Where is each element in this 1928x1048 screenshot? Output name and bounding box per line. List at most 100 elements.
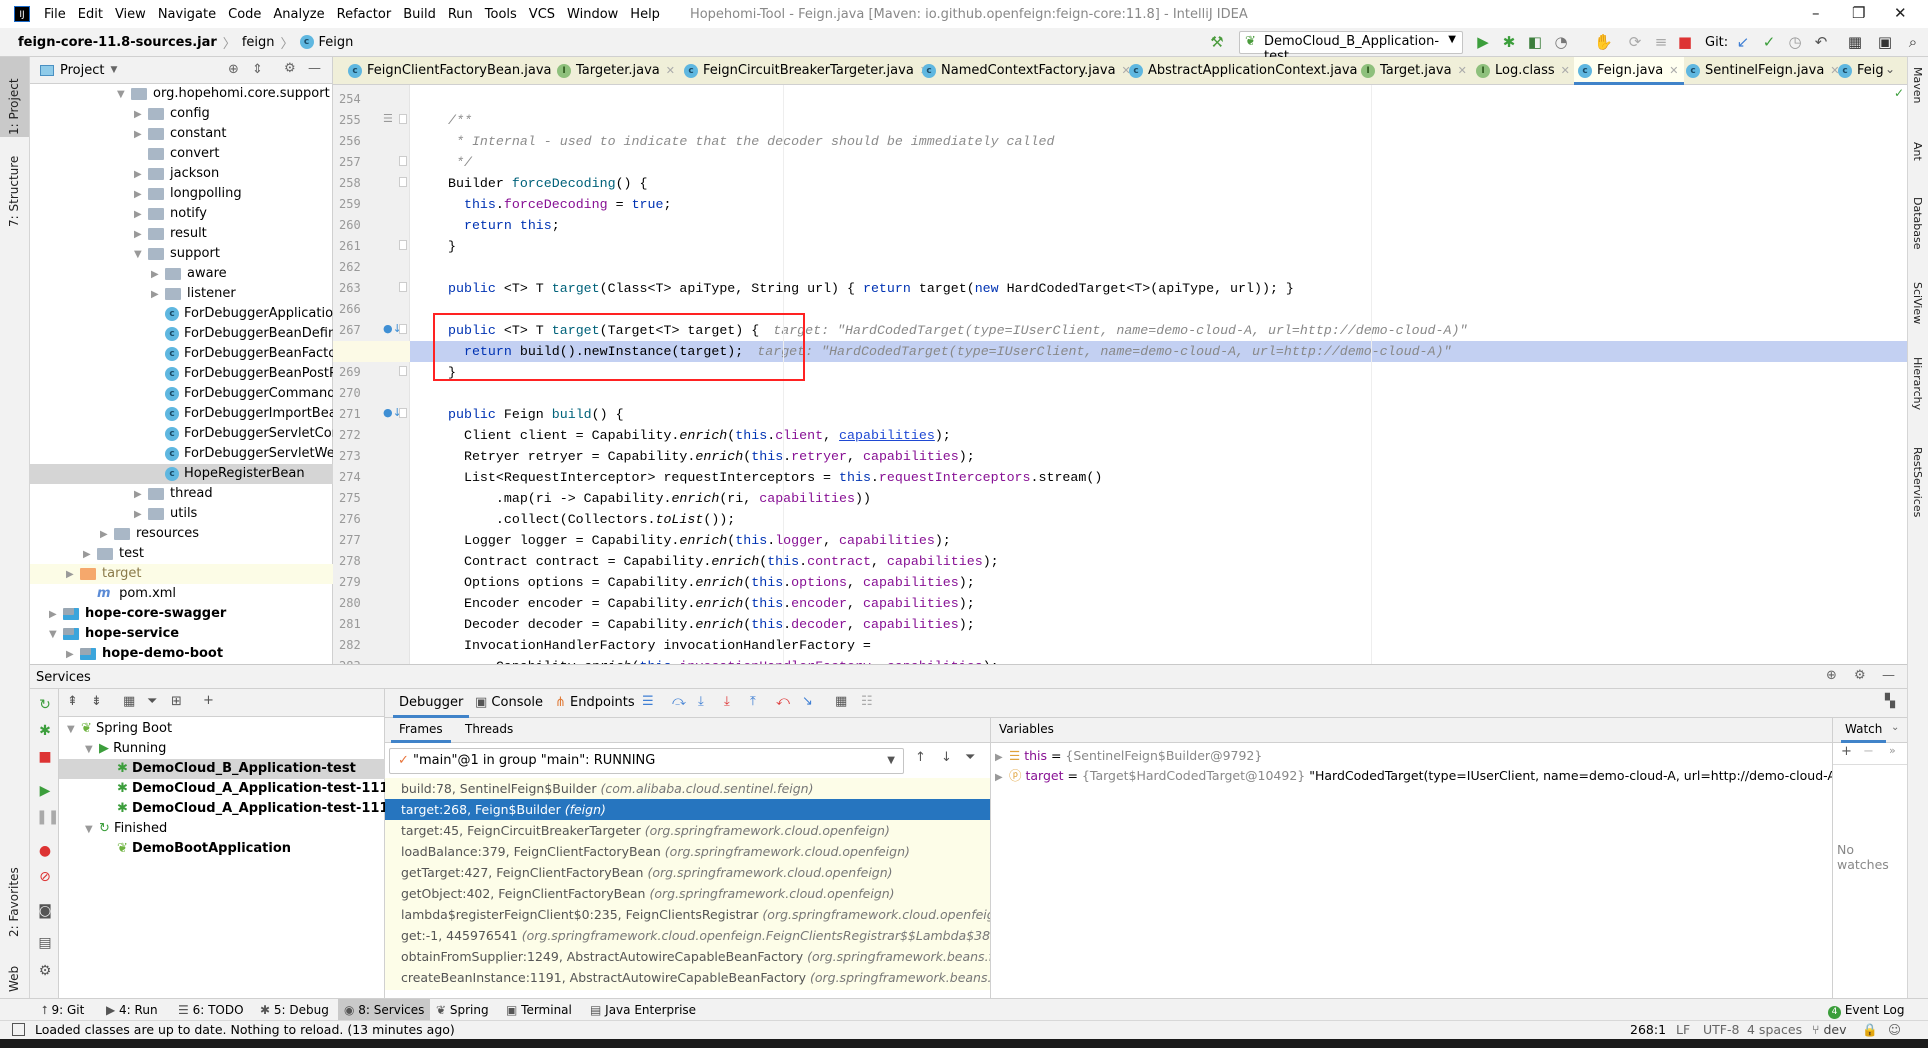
service-item[interactable]: ❦ DemoBootApplication [59,839,385,859]
minimize-button[interactable]: – [1812,4,1820,22]
project-tree-item[interactable]: c ForDebuggerBeanPostP [30,364,333,384]
tab-debugger[interactable]: Debugger [393,689,470,718]
code-line[interactable]: } [410,362,1907,383]
maximize-button[interactable]: ❐ [1852,4,1865,22]
filter-icon[interactable]: ⏷ [147,694,157,709]
tab-frames[interactable]: Frames [391,718,451,743]
debug-rerun-icon[interactable]: ✱ [36,723,54,741]
service-item[interactable]: ▼ ↻ Finished [59,819,385,839]
inspector-icon[interactable]: ☺ [1888,1021,1901,1039]
search-icon[interactable]: ⌕ [1904,33,1922,51]
tool-tab[interactable]: ✱ 5: Debug [254,999,335,1021]
project-tree-item[interactable]: ▶ hope-demo-boot [30,644,333,664]
editor-tab[interactable]: I Log.class ✕ [1472,57,1576,84]
tool-tab[interactable]: ❦ Spring [430,999,495,1021]
code-line[interactable]: } [410,236,1907,257]
collapsed-arrow-icon[interactable]: ▶ [134,105,148,124]
project-tree-item[interactable]: ▼ hope-service [30,624,333,644]
project-tree-item[interactable]: convert [30,144,333,164]
tool-window-maven[interactable]: Maven [1911,67,1924,103]
fold-marker-icon[interactable] [399,114,407,124]
gear-icon[interactable]: ⚙ [284,61,296,76]
collapsed-arrow-icon[interactable]: ▶ [151,265,165,284]
code-line[interactable]: public Feign build() { [410,404,1907,425]
expanded-arrow-icon[interactable]: ▼ [134,245,148,264]
fold-marker-icon[interactable] [399,156,407,166]
project-tree-item[interactable]: ▶ resources [30,524,333,544]
run-configuration-select[interactable]: ❦ DemoCloud_B_Application-test ▼ [1239,31,1463,64]
close-tab-icon[interactable]: ✕ [666,64,675,77]
collapsed-arrow-icon[interactable]: ▶ [134,505,148,524]
more-icon[interactable]: » [1889,744,1896,757]
project-tree-item[interactable]: c ForDebuggerServletCon [30,424,333,444]
code-line[interactable]: /** [410,110,1907,131]
restore-layout-icon[interactable]: ▚ [1885,694,1895,709]
project-tree-item[interactable]: c ForDebuggerImportBea [30,404,333,424]
git-branch[interactable]: ⑂ dev [1812,1021,1847,1039]
close-button[interactable]: ✕ [1894,4,1907,22]
code-line[interactable]: Encoder encoder = Capability.enrich(this… [410,593,1907,614]
tool-window-database[interactable]: Database [1911,197,1924,250]
code-line[interactable] [410,299,1907,320]
locate-icon[interactable]: ⊕ [1826,668,1837,683]
stack-frame[interactable]: lambda$registerFeignClient$0:235, FeignC… [385,904,990,925]
tool-window-structure[interactable]: 7: Structure [7,156,21,227]
collapsed-arrow-icon[interactable]: ▶ [134,225,148,244]
expand-arrow-icon[interactable]: ▼ [85,740,99,759]
build-hammer-icon[interactable]: ⚒ [1208,33,1226,51]
project-tree-item[interactable]: ▶ listener [30,284,333,304]
group-by-icon[interactable]: ▦ [123,694,135,709]
stack-frame[interactable]: obtainFromSupplier:1249, AbstractAutowir… [385,946,990,967]
locate-icon[interactable]: ⊕ [228,62,239,77]
run-to-cursor-icon[interactable]: ↘ [802,694,813,709]
stack-frame[interactable]: build:78, SentinelFeign$Builder (com.ali… [385,778,990,799]
tool-window-project[interactable]: 1: Project [7,78,21,135]
stack-frame[interactable]: doCreateBean:582, AbstractAutowireCapabl… [385,988,990,990]
editor-tab[interactable]: cFeignClientFactoryBean.java✕ [344,57,573,84]
collapsed-arrow-icon[interactable]: ▶ [134,125,148,144]
run-icon[interactable]: ▶ [1474,33,1492,51]
collapsed-arrow-icon[interactable]: ▶ [66,565,80,584]
drop-frame-icon[interactable]: ⤺ [776,694,790,709]
stop-icon[interactable]: ■ [36,749,54,767]
code-editor[interactable]: 254 255 ☰ 256 257 258 259 260 261 262 263 266 267 ●↓ 2… [333,85,1907,664]
menu-run[interactable]: Run [442,7,479,22]
tool-tab[interactable]: ▣ Terminal [500,999,578,1021]
code-line[interactable]: Retryer retryer = Capability.enrich(this… [410,446,1907,467]
close-tab-icon[interactable]: ✕ [1561,64,1570,77]
collapsed-arrow-icon[interactable]: ▶ [66,645,80,664]
stop-icon[interactable]: ■ [1676,33,1694,51]
pause-icon[interactable]: ❚❚ [36,809,59,827]
fold-marker-icon[interactable] [399,366,407,376]
editor-tab[interactable]: I Targeter.java ✕ [553,57,681,84]
project-view-select[interactable]: Project [60,63,104,78]
tool-tab[interactable]: ▤ Java Enterprise [584,999,702,1021]
stack-frame[interactable]: getTarget:427, FeignClientFactoryBean (o… [385,862,990,883]
code-line[interactable]: InvocationHandlerFactory invocationHandl… [410,635,1907,656]
close-tab-icon[interactable]: ✕ [1458,64,1467,77]
project-tree-item[interactable]: ▶ config [30,104,333,124]
mute-breakpoints-icon[interactable]: ⊘ [36,869,54,887]
project-tree-item[interactable]: ▼ support [30,244,333,264]
tab-endpoints[interactable]: ⋔ Endpoints [555,689,635,718]
tool-window-favorites[interactable]: 2: Favorites [7,867,21,937]
breadcrumb-class[interactable]: Feign [319,35,354,50]
code-line[interactable]: Builder forceDecoding() { [410,173,1907,194]
tool-tab[interactable]: ▶ 4: Run [100,999,164,1021]
expand-arrow-icon[interactable]: ▶ [995,768,1009,788]
step-over-icon[interactable]: ⤼ [672,694,686,709]
tab-console[interactable]: ▣ Console [475,689,543,718]
editor-tab[interactable]: I Target.java ✕ [1357,57,1473,84]
project-tree-item[interactable]: ▶ target [30,564,333,584]
event-log-button[interactable]: 4 Event Log [1822,999,1910,1021]
stack-frame[interactable]: target:45, FeignCircuitBreakerTargeter (… [385,820,990,841]
show-execution-point-icon[interactable]: ☰ [642,694,654,709]
fold-marker-icon[interactable] [399,177,407,187]
evaluate-expression-icon[interactable]: ▦ [835,694,847,709]
project-tree-item[interactable]: c ForDebuggerBeanFacto [30,344,333,364]
git-commit-icon[interactable]: ✓ [1760,33,1778,51]
tool-tab[interactable]: ⭡ 9: Git [36,999,90,1021]
camera-icon[interactable]: ◙ [36,903,54,921]
expand-arrow-icon[interactable]: ▼ [67,720,81,739]
tool-tab[interactable]: ☰ 6: TODO [172,999,250,1021]
